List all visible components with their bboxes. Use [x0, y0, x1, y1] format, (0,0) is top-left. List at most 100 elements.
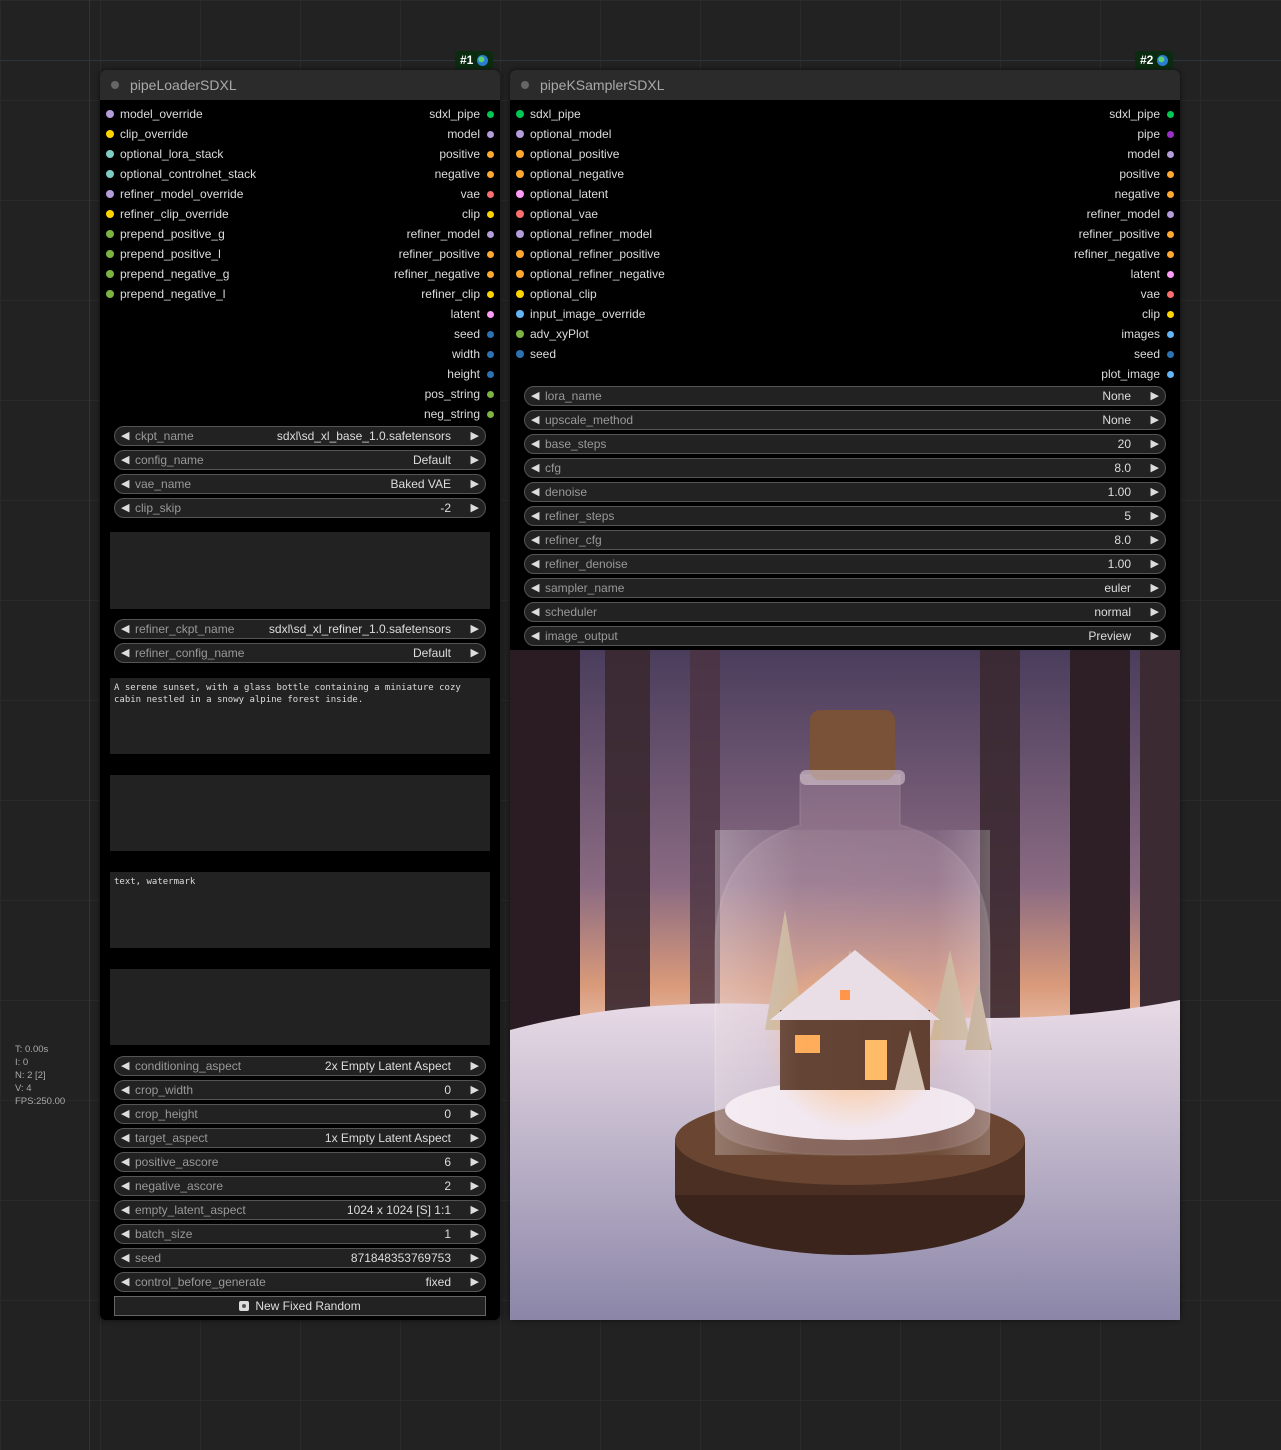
output-slot-refiner-clip[interactable]: refiner_clip — [280, 284, 500, 304]
widget-control-before-generate[interactable]: ◀ control_before_generate fixed ▶ — [114, 1272, 486, 1292]
slot-connector-icon[interactable] — [487, 310, 494, 318]
slot-connector-icon[interactable] — [1167, 170, 1174, 178]
slot-connector-icon[interactable] — [1167, 190, 1174, 198]
slot-connector-icon[interactable] — [106, 150, 114, 158]
slot-connector-icon[interactable] — [516, 290, 524, 298]
decrement-arrow-icon[interactable]: ◀ — [121, 1081, 129, 1099]
clip-text-empty-1[interactable] — [110, 532, 490, 609]
increment-arrow-icon[interactable]: ▶ — [1151, 603, 1159, 621]
widget-refiner-config-name[interactable]: ◀ refiner_config_name Default ▶ — [114, 643, 486, 663]
slot-connector-icon[interactable] — [487, 250, 494, 258]
slot-connector-icon[interactable] — [516, 150, 524, 158]
increment-arrow-icon[interactable]: ▶ — [1151, 507, 1159, 525]
increment-arrow-icon[interactable]: ▶ — [471, 427, 479, 445]
output-slot-latent[interactable]: latent — [880, 264, 1180, 284]
increment-arrow-icon[interactable]: ▶ — [471, 1129, 479, 1147]
input-slot-input-image-override[interactable]: input_image_override — [510, 304, 810, 324]
input-slot-optional-refiner-positive[interactable]: optional_refiner_positive — [510, 244, 810, 264]
widget-config-name[interactable]: ◀ config_name Default ▶ — [114, 450, 486, 470]
output-slot-clip[interactable]: clip — [280, 204, 500, 224]
output-slot-seed[interactable]: seed — [280, 324, 500, 344]
slot-connector-icon[interactable] — [1167, 150, 1174, 158]
decrement-arrow-icon[interactable]: ◀ — [121, 499, 129, 517]
increment-arrow-icon[interactable]: ▶ — [1151, 435, 1159, 453]
output-slot-neg-string[interactable]: neg_string — [280, 404, 500, 424]
input-slot-sdxl-pipe[interactable]: sdxl_pipe — [510, 104, 810, 124]
output-slot-refiner-negative[interactable]: refiner_negative — [280, 264, 500, 284]
increment-arrow-icon[interactable]: ▶ — [471, 1057, 479, 1075]
slot-connector-icon[interactable] — [487, 110, 494, 118]
widget-ckpt-name[interactable]: ◀ ckpt_name sdxl\sd_xl_base_1.0.safetensor… — [114, 426, 486, 446]
input-slot-optional-refiner-model[interactable]: optional_refiner_model — [510, 224, 810, 244]
widget-refiner-ckpt-name[interactable]: ◀ refiner_ckpt_name sdxl\sd_xl_refiner_1.0… — [114, 619, 486, 639]
slot-connector-icon[interactable] — [106, 210, 114, 218]
widget-refiner-denoise[interactable]: ◀ refiner_denoise 1.00 ▶ — [524, 554, 1166, 574]
increment-arrow-icon[interactable]: ▶ — [1151, 627, 1159, 645]
slot-connector-icon[interactable] — [487, 290, 494, 298]
decrement-arrow-icon[interactable]: ◀ — [121, 1105, 129, 1123]
input-slot-adv-xyPlot[interactable]: adv_xyPlot — [510, 324, 810, 344]
new-fixed-random-button[interactable]: New Fixed Random — [114, 1296, 486, 1316]
increment-arrow-icon[interactable]: ▶ — [471, 1105, 479, 1123]
input-slot-optional-refiner-negative[interactable]: optional_refiner_negative — [510, 264, 810, 284]
decrement-arrow-icon[interactable]: ◀ — [121, 427, 129, 445]
decrement-arrow-icon[interactable]: ◀ — [121, 1273, 129, 1291]
decrement-arrow-icon[interactable]: ◀ — [121, 1057, 129, 1075]
output-slot-refiner-positive[interactable]: refiner_positive — [280, 244, 500, 264]
clip-text-empty-2[interactable] — [110, 969, 490, 1045]
widget-negative-ascore[interactable]: ◀ negative_ascore 2 ▶ — [114, 1176, 486, 1196]
widget-refiner-cfg[interactable]: ◀ refiner_cfg 8.0 ▶ — [524, 530, 1166, 550]
increment-arrow-icon[interactable]: ▶ — [471, 1225, 479, 1243]
slot-connector-icon[interactable] — [106, 110, 114, 118]
slot-connector-icon[interactable] — [516, 130, 524, 138]
slot-connector-icon[interactable] — [516, 230, 524, 238]
input-slot-optional-latent[interactable]: optional_latent — [510, 184, 810, 204]
output-slot-sdxl-pipe[interactable]: sdxl_pipe — [280, 104, 500, 124]
decrement-arrow-icon[interactable]: ◀ — [121, 1249, 129, 1267]
output-slot-refiner-model[interactable]: refiner_model — [880, 204, 1180, 224]
slot-connector-icon[interactable] — [1167, 110, 1174, 118]
increment-arrow-icon[interactable]: ▶ — [471, 1081, 479, 1099]
decrement-arrow-icon[interactable]: ◀ — [121, 1177, 129, 1195]
output-slot-pos-string[interactable]: pos_string — [280, 384, 500, 404]
output-slot-latent[interactable]: latent — [280, 304, 500, 324]
input-slot-optional-model[interactable]: optional_model — [510, 124, 810, 144]
increment-arrow-icon[interactable]: ▶ — [471, 1273, 479, 1291]
decrement-arrow-icon[interactable]: ◀ — [121, 475, 129, 493]
widget-cfg[interactable]: ◀ cfg 8.0 ▶ — [524, 458, 1166, 478]
widget-crop-height[interactable]: ◀ crop_height 0 ▶ — [114, 1104, 486, 1124]
increment-arrow-icon[interactable]: ▶ — [471, 451, 479, 469]
slot-connector-icon[interactable] — [487, 390, 494, 398]
slot-connector-icon[interactable] — [516, 250, 524, 258]
widget-seed[interactable]: ◀ seed 871848353769753 ▶ — [114, 1248, 486, 1268]
decrement-arrow-icon[interactable]: ◀ — [121, 1153, 129, 1171]
slot-connector-icon[interactable] — [487, 270, 494, 278]
slot-connector-icon[interactable] — [1167, 250, 1174, 258]
output-slot-positive[interactable]: positive — [880, 164, 1180, 184]
widget-crop-width[interactable]: ◀ crop_width 0 ▶ — [114, 1080, 486, 1100]
output-slot-height[interactable]: height — [280, 364, 500, 384]
slot-connector-icon[interactable] — [106, 290, 114, 298]
collapse-dot-icon[interactable] — [111, 81, 119, 89]
slot-connector-icon[interactable] — [1167, 270, 1174, 278]
slot-connector-icon[interactable] — [1167, 230, 1174, 238]
decrement-arrow-icon[interactable]: ◀ — [531, 387, 539, 405]
increment-arrow-icon[interactable]: ▶ — [1151, 531, 1159, 549]
decrement-arrow-icon[interactable]: ◀ — [531, 579, 539, 597]
positive-prompt-textarea[interactable]: A serene sunset, with a glass bottle con… — [110, 678, 490, 754]
slot-connector-icon[interactable] — [487, 190, 494, 198]
widget-base-steps[interactable]: ◀ base_steps 20 ▶ — [524, 434, 1166, 454]
widget-empty-latent-aspect[interactable]: ◀ empty_latent_aspect 1024 x 1024 [S] 1:1 ▶ — [114, 1200, 486, 1220]
slot-connector-icon[interactable] — [1167, 210, 1174, 218]
negative-prompt-textarea[interactable]: text, watermark — [110, 872, 490, 948]
widget-target-aspect[interactable]: ◀ target_aspect 1x Empty Latent Aspect ▶ — [114, 1128, 486, 1148]
slot-connector-icon[interactable] — [1167, 370, 1174, 378]
slot-connector-icon[interactable] — [516, 310, 524, 318]
increment-arrow-icon[interactable]: ▶ — [1151, 387, 1159, 405]
slot-connector-icon[interactable] — [516, 350, 524, 358]
increment-arrow-icon[interactable]: ▶ — [471, 1153, 479, 1171]
slot-connector-icon[interactable] — [1167, 130, 1174, 138]
decrement-arrow-icon[interactable]: ◀ — [531, 531, 539, 549]
widget-denoise[interactable]: ◀ denoise 1.00 ▶ — [524, 482, 1166, 502]
input-slot-seed[interactable]: seed — [510, 344, 810, 364]
